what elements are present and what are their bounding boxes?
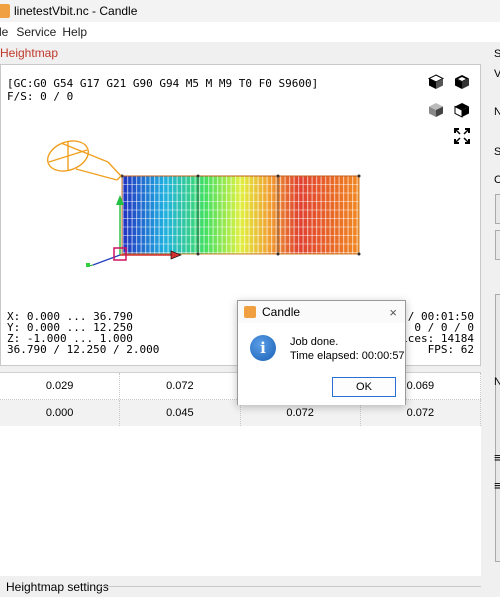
control-panel: S V N S C N ≡ ≡ [481, 42, 500, 597]
menu-icon[interactable]: ≡ [494, 478, 500, 493]
title-bar: linetestVbit.nc - Candle [0, 0, 500, 22]
ok-button[interactable]: OK [332, 377, 396, 397]
heightmap-settings-title[interactable]: Heightmap settings [6, 580, 109, 594]
table-cell[interactable]: 0.045 [120, 400, 241, 426]
menu-icon[interactable]: ≡ [494, 450, 500, 465]
panel-button[interactable] [495, 294, 500, 562]
bounds-info: X: 0.000 ... 36.790 Y: 0.000 ... 12.250 … [7, 310, 160, 356]
panel-label: S [494, 146, 500, 158]
heightmap-mesh [120, 174, 361, 256]
panel-button[interactable] [495, 230, 500, 260]
candle-window: linetestVbit.nc - Candle le Service Help… [0, 0, 500, 597]
dialog-message: Job done. Time elapsed: 00:00:57 [290, 335, 405, 363]
dialog-title: Candle [262, 305, 301, 319]
menu-service[interactable]: Service [16, 25, 62, 39]
dialog-body: i Job done. Time elapsed: 00:00:57 OK [238, 323, 405, 405]
table-cell[interactable]: 0.029 [0, 373, 121, 399]
table-empty-area [0, 426, 481, 576]
panel-label: N [494, 376, 500, 388]
panel-button[interactable] [495, 194, 500, 224]
candle-app-icon [0, 4, 10, 18]
candle-app-icon [244, 306, 256, 318]
dialog-title-bar: Candle [238, 301, 405, 323]
panel-label: S [494, 48, 500, 60]
heightmap-group-title[interactable]: Heightmap [0, 46, 58, 60]
panel-label: C [494, 174, 500, 186]
window-title: linetestVbit.nc - Candle [14, 4, 138, 18]
job-done-dialog: Candle × i Job done. Time elapsed: 00:00… [237, 300, 406, 405]
close-icon[interactable]: × [389, 305, 397, 320]
menu-file[interactable]: le [0, 25, 16, 39]
group-divider [100, 586, 481, 587]
menu-help[interactable]: Help [62, 25, 93, 39]
table-cell[interactable]: 0.000 [0, 400, 121, 426]
info-icon: i [250, 335, 276, 361]
panel-label: V [494, 68, 500, 80]
tool-model [46, 140, 122, 181]
dialog-line-1: Job done. [290, 336, 339, 348]
table-cell[interactable]: 0.072 [120, 373, 241, 399]
panel-label: N [494, 106, 500, 118]
menu-bar: le Service Help [0, 22, 500, 42]
dialog-line-2: Time elapsed: 00:00:57 [290, 350, 405, 362]
